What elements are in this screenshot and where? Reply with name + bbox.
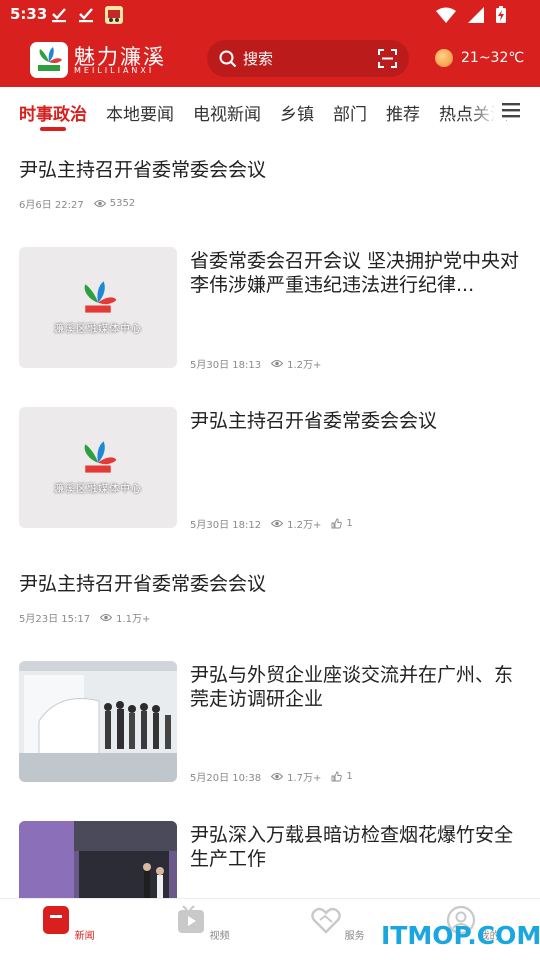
like-icon [331, 518, 343, 529]
download-done-icon [52, 8, 66, 23]
status-time: 5:33 [10, 5, 48, 23]
app-logo [30, 42, 68, 78]
battery-charging-icon [496, 6, 506, 23]
nav-news-label: 新闻 [74, 931, 95, 942]
news-date: 5月30日 18:13 [190, 360, 262, 371]
news-title: 省委常委会召开会议 坚决拥护党中央对李伟涉嫌严重违纪违法进行纪律... [190, 250, 520, 296]
placeholder-caption: 濂溪区融媒体中心 [54, 324, 142, 335]
news-title: 尹弘深入万载县暗访检查烟花爆竹安全生产工作 [190, 824, 514, 870]
news-title: 尹弘主持召开省委常委会会议 [190, 410, 438, 432]
nav-video[interactable]: 视频 [168, 905, 238, 942]
news-views: 1.1万+ [116, 614, 151, 625]
views-icon [271, 520, 284, 527]
news-views: 1.7万+ [287, 773, 322, 784]
placeholder-caption: 濂溪区融媒体中心 [54, 484, 142, 495]
menu-icon[interactable] [500, 101, 522, 119]
tab-departments[interactable]: 部门 [333, 100, 367, 125]
news-meta: 5月30日 18:13 1.2万+ [190, 356, 321, 371]
tab-current-affairs[interactable]: 时事政治 [19, 100, 87, 125]
search-bar[interactable]: 搜索 [207, 40, 409, 77]
news-photo [19, 661, 177, 782]
nav-news[interactable]: 新闻 [33, 905, 103, 942]
views-icon [93, 200, 106, 207]
nav-services-label: 服务 [344, 931, 365, 942]
news-meta: 5月20日 10:38 1.7万+ 1 [190, 769, 353, 784]
logo-mark-icon [38, 47, 62, 71]
news-title: 尹弘主持召开省委常委会会议 [19, 573, 267, 595]
services-icon [311, 907, 342, 934]
views-icon [100, 614, 113, 621]
download-done-icon [79, 8, 93, 23]
news-date: 5月20日 10:38 [190, 773, 262, 784]
news-date: 6月6日 22:27 [19, 200, 84, 211]
signal-icon [468, 6, 484, 23]
tab-tv-news[interactable]: 电视新闻 [193, 100, 261, 125]
weather-widget[interactable]: 21~32℃ [435, 49, 524, 67]
news-meta: 5月23日 15:17 1.1万+ [19, 610, 150, 625]
search-icon [219, 50, 237, 67]
news-meta: 6月6日 22:27 5352 [19, 196, 135, 211]
sunny-icon [435, 49, 453, 67]
news-meta: 5月30日 18:12 1.2万+ 1 [190, 516, 353, 531]
temperature-range: 21~32℃ [461, 50, 525, 66]
like-icon [331, 771, 343, 782]
news-views: 5352 [109, 198, 136, 209]
news-title: 尹弘与外贸企业座谈交流并在广州、东莞走访调研企业 [190, 664, 514, 710]
nav-services[interactable]: 服务 [303, 905, 373, 942]
news-icon [43, 906, 70, 934]
news-thumbnail-placeholder: 濂溪区融媒体中心 [19, 247, 177, 368]
views-icon [271, 773, 284, 780]
views-icon [271, 360, 284, 367]
nav-video-label: 视频 [209, 931, 230, 942]
news-views: 1.2万+ [287, 360, 322, 371]
tab-towns[interactable]: 乡镇 [280, 100, 314, 125]
search-placeholder: 搜索 [243, 50, 274, 68]
category-tabs: 时事政治 本地要闻 电视新闻 乡镇 部门 推荐 热点关注 [0, 87, 540, 131]
news-photo [19, 821, 177, 898]
news-thumbnail-placeholder: 濂溪区融媒体中心 [19, 407, 177, 528]
tab-local-news[interactable]: 本地要闻 [106, 100, 174, 125]
news-date: 5月23日 15:17 [19, 614, 91, 625]
media-center-logo-icon [84, 441, 117, 473]
news-views: 1.2万+ [287, 520, 322, 531]
app-notification-icon [105, 6, 123, 24]
app-header: 5:33 魅力濂溪 MEILILIANXI 搜索 21~32℃ [0, 0, 540, 87]
media-center-logo-icon [84, 281, 117, 313]
video-icon [178, 905, 205, 933]
scan-icon[interactable] [378, 49, 397, 68]
news-title: 尹弘主持召开省委常委会会议 [19, 159, 267, 181]
status-bar: 5:33 [0, 0, 540, 30]
app-subtitle: MEILILIANXI [74, 66, 155, 75]
news-feed: 尹弘主持召开省委常委会会议 6月6日 22:27 5352 濂溪区融媒体中心 省… [0, 131, 540, 898]
news-likes: 1 [346, 518, 353, 529]
wifi-icon [436, 7, 456, 23]
watermark: ITMOP.COM [381, 921, 540, 950]
news-date: 5月30日 18:12 [190, 520, 262, 531]
news-likes: 1 [346, 771, 353, 782]
tab-recommended[interactable]: 推荐 [386, 100, 420, 125]
